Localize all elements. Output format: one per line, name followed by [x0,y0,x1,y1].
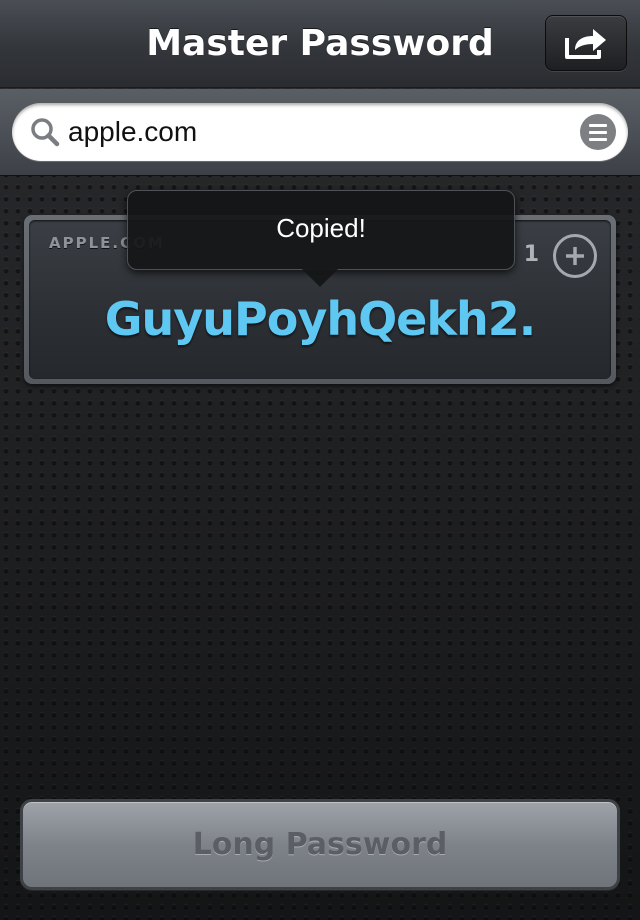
site-counter: 1 [523,242,539,267]
share-icon [565,29,606,59]
search-field[interactable] [12,103,628,161]
navigation-bar: Master Password [0,0,640,88]
tooltip-text: Copied! [276,213,366,243]
share-button[interactable] [545,15,627,71]
plus-icon [566,247,584,265]
search-icon [31,118,60,147]
page-title: Master Password [146,23,494,64]
menu-icon[interactable] [580,114,616,150]
increment-counter-button[interactable] [553,234,597,278]
long-password-button[interactable]: Long Password [20,799,620,890]
search-input[interactable] [68,109,568,155]
search-bar [0,89,640,176]
copied-tooltip: Copied! [127,190,515,270]
long-password-label: Long Password [192,827,448,862]
generated-password[interactable]: GuyuPoyhQekh2. [29,292,611,346]
app-screen: Master Password APPLE.COM 1 [0,0,640,920]
tooltip-arrow [302,269,338,287]
